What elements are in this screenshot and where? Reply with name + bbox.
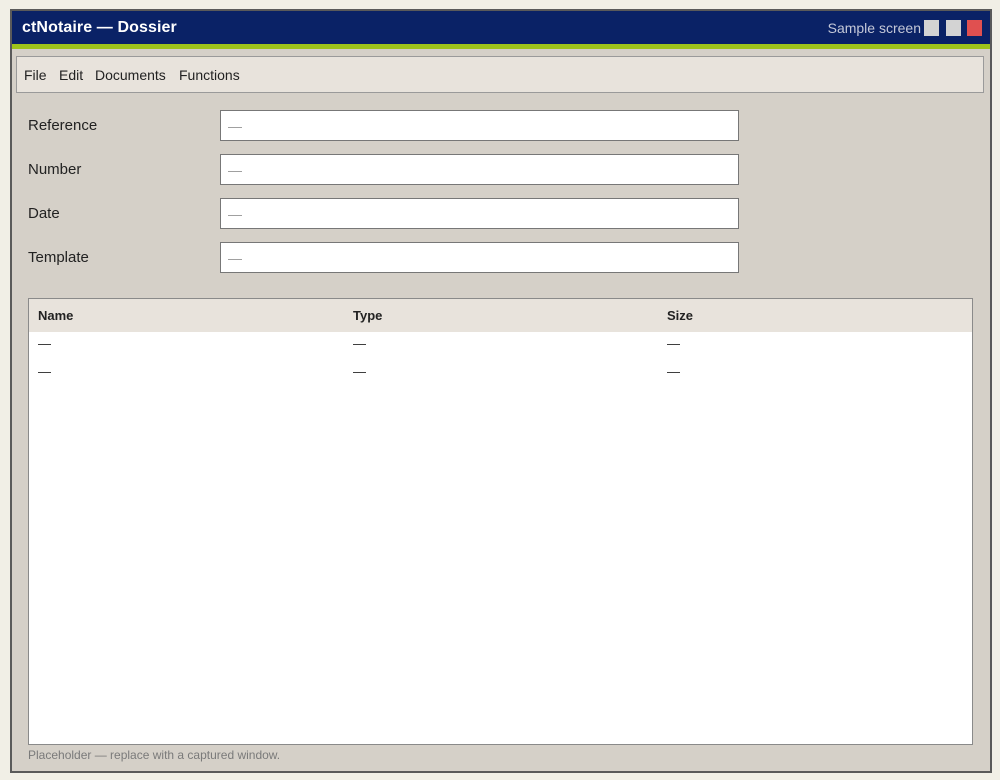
- reference-input[interactable]: [220, 110, 739, 141]
- app-window: ctNotaire — Dossier Sample screen File E…: [10, 9, 992, 773]
- minimize-button[interactable]: [924, 20, 939, 36]
- cell-name: —: [38, 336, 51, 351]
- menu-functions[interactable]: Functions: [179, 67, 240, 83]
- date-input[interactable]: [220, 198, 739, 229]
- accent-stripe: [12, 44, 990, 49]
- column-header-name[interactable]: Name: [38, 308, 73, 323]
- menu-edit[interactable]: Edit: [59, 67, 83, 83]
- window-title: ctNotaire — Dossier: [22, 19, 177, 36]
- menu-documents[interactable]: Documents: [95, 67, 166, 83]
- table-header: Name Type Size: [29, 299, 972, 332]
- menu-bar: File Edit Documents Functions: [16, 56, 984, 93]
- cell-type: —: [353, 336, 366, 351]
- reference-label: Reference: [28, 117, 98, 134]
- menu-file[interactable]: File: [24, 67, 47, 83]
- number-label: Number: [28, 161, 82, 178]
- template-label: Template: [28, 249, 89, 266]
- title-bar[interactable]: ctNotaire — Dossier Sample screen: [12, 11, 990, 44]
- table-row[interactable]: — — —: [29, 360, 972, 388]
- placeholder-note: Placeholder — replace with a captured wi…: [28, 748, 281, 762]
- close-button[interactable]: [967, 20, 982, 36]
- maximize-button[interactable]: [946, 20, 961, 36]
- sample-screen-label: Sample screen: [827, 20, 921, 36]
- date-label: Date: [28, 205, 60, 222]
- cell-size: —: [667, 364, 680, 379]
- cell-name: —: [38, 364, 51, 379]
- table-row[interactable]: — — —: [29, 332, 972, 360]
- documents-table: Name Type Size — — — — — —: [28, 298, 973, 745]
- column-header-size[interactable]: Size: [667, 308, 693, 323]
- column-header-type[interactable]: Type: [353, 308, 382, 323]
- number-input[interactable]: [220, 154, 739, 185]
- cell-type: —: [353, 364, 366, 379]
- cell-size: —: [667, 336, 680, 351]
- template-input[interactable]: [220, 242, 739, 273]
